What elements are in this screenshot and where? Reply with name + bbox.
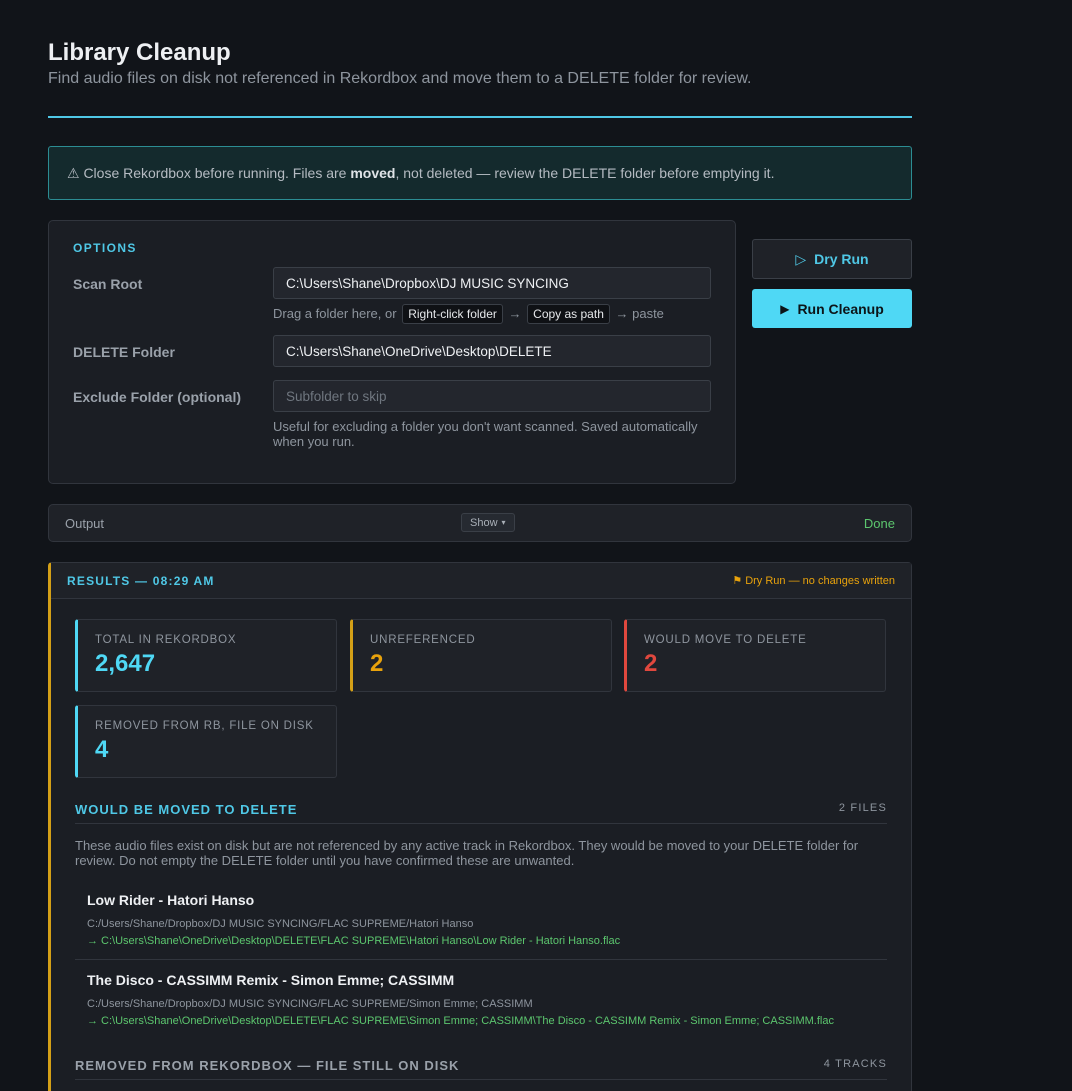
stat-total-value: 2,647: [95, 650, 156, 677]
dry-run-button[interactable]: ▷ Dry Run: [752, 239, 912, 279]
moved-section-title: WOULD BE MOVED TO DELETE: [75, 802, 298, 817]
actions-column: ▷ Dry Run ▶ Run Cleanup: [752, 220, 912, 484]
delete-folder-label: DELETE Folder: [73, 344, 175, 360]
page-subtitle: Find audio files on disk not referenced …: [48, 70, 752, 87]
stat-would-move-label: WOULD MOVE TO DELETE: [644, 634, 807, 646]
options-panel: OPTIONS Scan Root C:\Users\Shane\Dropbox…: [48, 220, 736, 484]
file-name: The Disco - CASSIMM Remix - Simon Emme; …: [87, 972, 455, 988]
stat-removed-label: REMOVED FROM RB, FILE ON DISK: [95, 720, 314, 732]
chevron-down-icon: ▾: [501, 518, 506, 527]
stat-unreferenced-value: 2: [370, 650, 384, 677]
file-destination-path: → C:\Users\Shane\OneDrive\Desktop\DELETE…: [87, 1015, 834, 1027]
warning-emphasis: moved: [350, 164, 396, 181]
stat-total-label: TOTAL IN REKORDBOX: [95, 634, 237, 646]
warning-banner: ⚠ Close Rekordbox before running. Files …: [48, 146, 912, 200]
results-panel: RESULTS — 08:29 AM ⚑ Dry Run — no change…: [48, 562, 912, 1091]
stat-would-move-value: 2: [644, 650, 658, 677]
file-source-path: C:/Users/Shane/Dropbox/DJ MUSIC SYNCING/…: [87, 918, 474, 930]
run-cleanup-button[interactable]: ▶ Run Cleanup: [752, 289, 912, 328]
stat-total: TOTAL IN REKORDBOX 2,647: [75, 619, 337, 692]
page: Library Cleanup Find audio files on disk…: [48, 38, 912, 1091]
options-heading: OPTIONS: [73, 241, 137, 255]
exclude-folder-input[interactable]: Subfolder to skip: [273, 380, 711, 412]
dry-run-label: Dry Run: [814, 251, 869, 267]
file-destination-path: → C:\Users\Shane\OneDrive\Desktop\DELETE…: [87, 935, 621, 947]
file-name: Low Rider - Hatori Hanso: [87, 892, 255, 908]
title-divider: [48, 116, 912, 118]
right-click-key: Right-click folder: [402, 304, 503, 324]
scan-root-input[interactable]: C:\Users\Shane\Dropbox\DJ MUSIC SYNCING: [273, 267, 711, 299]
show-label: Show: [470, 516, 498, 529]
delete-folder-input[interactable]: C:\Users\Shane\OneDrive\Desktop\DELETE: [273, 335, 711, 367]
play-icon: ▶: [780, 301, 790, 316]
exclude-folder-label: Exclude Folder (optional): [73, 389, 242, 405]
file-source-path: C:/Users/Shane/Dropbox/DJ MUSIC SYNCING/…: [87, 998, 533, 1010]
stat-removed-value: 4: [95, 736, 109, 763]
play-outline-icon: ▷: [795, 250, 807, 267]
output-bar: Output Show ▾ Done: [48, 504, 912, 542]
scan-root-hint: Drag a folder here, or Right-click folde…: [273, 304, 664, 324]
page-title: Library Cleanup: [48, 39, 231, 66]
moved-section-count: 2 FILES: [838, 802, 887, 814]
moved-section-header: WOULD BE MOVED TO DELETE 2 FILES: [75, 802, 887, 824]
moved-section-description: These audio files exist on disk but are …: [75, 838, 859, 868]
output-label: Output: [65, 515, 105, 531]
removed-section-header: REMOVED FROM REKORDBOX — FILE STILL ON D…: [75, 1058, 887, 1080]
file-divider: [75, 959, 887, 960]
removed-section-title: REMOVED FROM REKORDBOX — FILE STILL ON D…: [75, 1058, 460, 1073]
results-title: RESULTS — 08:29 AM: [67, 573, 215, 588]
copy-as-path-key: Copy as path: [527, 304, 610, 324]
run-cleanup-label: Run Cleanup: [797, 300, 884, 317]
scan-root-label: Scan Root: [73, 276, 143, 292]
removed-section-count: 4 TRACKS: [823, 1058, 887, 1070]
stat-removed: REMOVED FROM RB, FILE ON DISK 4: [75, 705, 337, 778]
exclude-folder-hint: Useful for excluding a folder you don't …: [273, 419, 698, 449]
warning-text: ⚠ Close Rekordbox before running. Files …: [67, 164, 775, 181]
stat-unreferenced: UNREFERENCED 2: [350, 619, 612, 692]
stat-unreferenced-label: UNREFERENCED: [370, 634, 476, 646]
output-show-toggle[interactable]: Show ▾: [461, 513, 515, 532]
stat-would-move: WOULD MOVE TO DELETE 2: [624, 619, 886, 692]
output-status: Done: [863, 515, 895, 531]
dry-run-flag: ⚑ Dry Run — no changes written: [732, 575, 895, 587]
list-item: The Disco - CASSIMM Remix - Simon Emme; …: [75, 972, 887, 1027]
list-item: Low Rider - Hatori Hanso C:/Users/Shane/…: [75, 892, 887, 947]
